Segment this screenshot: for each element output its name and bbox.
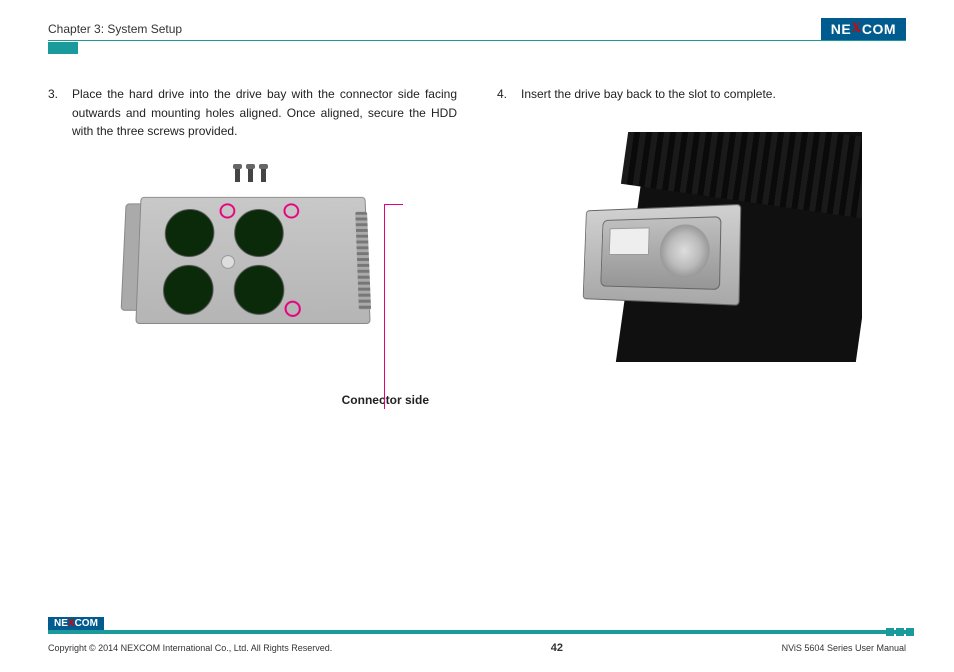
device-illustration (542, 132, 862, 362)
content-area: 3. Place the hard drive into the drive b… (48, 85, 906, 409)
copyright-text: Copyright © 2014 NEXCOM International Co… (48, 643, 332, 653)
hdd-label-sticker (608, 227, 649, 255)
drive-bay-illustration (113, 169, 393, 339)
figure-drive-bay: Connector side (48, 169, 457, 410)
brand-part-x: X (68, 618, 75, 629)
step-4-text: Insert the drive bay back to the slot to… (521, 85, 906, 104)
tray-hole (234, 209, 284, 257)
footer-divider (48, 630, 906, 634)
step-4: 4. Insert the drive bay back to the slot… (497, 85, 906, 104)
manual-title: NViS 5604 Series User Manual (782, 643, 906, 653)
screw-icon (261, 167, 266, 182)
screw-icon (235, 167, 240, 182)
bay-in-slot (582, 204, 741, 306)
step-4-number: 4. (497, 85, 511, 104)
drive-tray (135, 197, 370, 324)
chapter-title: Chapter 3: System Setup (48, 22, 182, 36)
tray-hole (164, 209, 215, 257)
brand-part-left: NE (831, 21, 851, 37)
brand-part-right: COM (75, 618, 98, 629)
screw-hole-marker (283, 203, 299, 218)
step-3-text: Place the hard drive into the drive bay … (72, 85, 457, 141)
tray-hole (233, 265, 284, 315)
step-3-number: 3. (48, 85, 62, 141)
brand-part-right: COM (862, 21, 896, 37)
step-3: 3. Place the hard drive into the drive b… (48, 85, 457, 141)
page-number: 42 (551, 642, 563, 654)
header-accent-block (48, 42, 78, 54)
brand-part-left: NE (54, 618, 68, 629)
right-column: 4. Insert the drive bay back to the slot… (497, 85, 906, 409)
footer-brand-logo: NEXCOM (48, 617, 104, 630)
brand-part-x: X (851, 21, 862, 37)
tray-handle (120, 203, 141, 310)
callout-leader-v (384, 204, 385, 409)
tray-hole (162, 265, 214, 315)
callout-leader-h (385, 204, 403, 205)
screw-hole-marker (219, 203, 235, 218)
connector-edge (355, 212, 371, 310)
header-divider (48, 40, 906, 41)
footer-accent-squares (886, 628, 914, 636)
page-footer: Copyright © 2014 NEXCOM International Co… (48, 642, 906, 654)
screw-icon (248, 167, 253, 182)
tray-center-pin (220, 255, 234, 269)
left-column: 3. Place the hard drive into the drive b… (48, 85, 457, 409)
figure-insert-bay (497, 132, 906, 362)
connector-side-label: Connector side (48, 391, 457, 410)
brand-logo: NEXCOM (821, 18, 906, 40)
hard-drive (600, 216, 721, 290)
screw-hole-marker (284, 300, 301, 316)
screws-group (235, 167, 266, 182)
page-header: Chapter 3: System Setup NEXCOM (48, 18, 906, 40)
